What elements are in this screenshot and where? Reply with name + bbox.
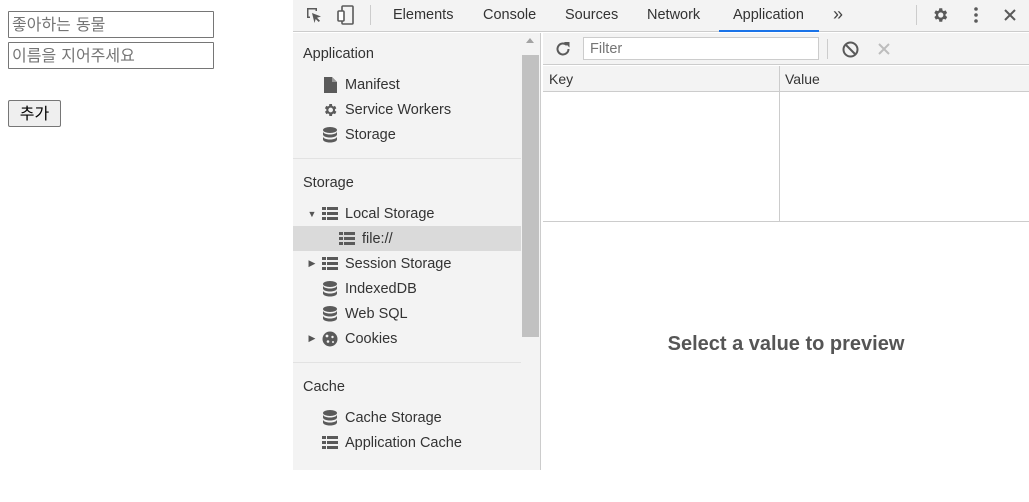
column-header-value[interactable]: Value: [779, 66, 820, 92]
sidebar-item-cache-storage[interactable]: Cache Storage: [293, 405, 521, 430]
cookie-icon: [321, 330, 339, 348]
document-icon: [321, 76, 339, 94]
animal-name-input[interactable]: [8, 42, 214, 69]
database-icon: [321, 409, 339, 427]
sidebar-item-label: Storage: [345, 126, 396, 143]
database-icon: [321, 126, 339, 144]
storage-main-pane: Key Value Select a value to preview: [543, 33, 1029, 470]
sidebar-scrollbar-thumb[interactable]: [522, 55, 539, 337]
sidebar-item-service-workers[interactable]: Service Workers: [293, 97, 521, 122]
column-divider[interactable]: [779, 66, 780, 221]
preview-placeholder-message: Select a value to preview: [667, 333, 905, 355]
sidebar-item-manifest[interactable]: Manifest: [293, 72, 521, 97]
sidebar-item-storage-overview[interactable]: Storage: [293, 122, 521, 147]
sidebar-item-label: IndexedDB: [345, 280, 417, 297]
add-button[interactable]: 추가: [8, 100, 61, 127]
more-tabs-button[interactable]: »: [833, 4, 843, 25]
tab-sources[interactable]: Sources: [565, 0, 618, 32]
devtools-toolbar: Elements Console Sources Network Applica…: [293, 0, 1029, 32]
sidebar-item-indexeddb[interactable]: IndexedDB: [293, 276, 521, 301]
tab-network[interactable]: Network: [647, 0, 700, 32]
table-grid-icon: [321, 434, 339, 452]
sidebar-item-label: Web SQL: [345, 305, 408, 322]
scroll-up-arrow-icon[interactable]: [526, 38, 534, 43]
section-application: Application: [303, 46, 374, 62]
storage-table-header: Key Value: [543, 66, 1029, 92]
expand-arrow-down-icon[interactable]: ▼: [307, 209, 317, 219]
devtools-panel: Elements Console Sources Network Applica…: [293, 0, 1029, 470]
tab-console[interactable]: Console: [483, 0, 536, 32]
sidebar-item-label: Cache Storage: [345, 409, 442, 426]
sidebar-item-label: Local Storage: [345, 205, 435, 222]
sidebar-item-session-storage[interactable]: ▶ Session Storage: [293, 251, 521, 276]
sidebar-item-label: Manifest: [345, 76, 400, 93]
column-header-key[interactable]: Key: [543, 66, 573, 92]
table-grid-icon: [321, 205, 339, 223]
sidebar-item-label: Application Cache: [345, 434, 462, 451]
database-icon: [321, 280, 339, 298]
sidebar-item-cookies[interactable]: ▶ Cookies: [293, 326, 521, 351]
sidebar-item-label: Session Storage: [345, 255, 452, 272]
kebab-menu-icon[interactable]: [965, 4, 987, 26]
sidebar-divider: [293, 362, 521, 363]
settings-gear-icon[interactable]: [929, 4, 951, 26]
sidebar-item-label: Cookies: [345, 330, 398, 347]
table-grid-icon: [321, 255, 339, 273]
tab-application[interactable]: Application: [719, 0, 819, 32]
sidebar-item-local-storage[interactable]: ▼ Local Storage: [293, 201, 521, 226]
sidebar-item-local-storage-file[interactable]: file://: [293, 226, 521, 251]
device-toolbar-icon[interactable]: [335, 4, 357, 26]
toolbar-separator: [916, 5, 917, 25]
table-grid-icon: [338, 230, 356, 248]
filter-input[interactable]: [583, 37, 819, 60]
sidebar-item-label: file://: [362, 230, 393, 247]
tab-elements[interactable]: Elements: [393, 0, 453, 32]
clear-all-block-icon[interactable]: [839, 38, 861, 60]
section-storage: Storage: [303, 175, 354, 191]
application-sidebar: Application Manifest Service Workers Sto…: [293, 33, 541, 470]
favorite-animal-input[interactable]: [8, 11, 214, 38]
sidebar-item-label: Service Workers: [345, 101, 452, 118]
gear-icon: [321, 101, 339, 119]
inspect-element-icon[interactable]: [303, 4, 325, 26]
sidebar-item-application-cache[interactable]: Application Cache: [293, 430, 521, 455]
refresh-icon[interactable]: [552, 38, 574, 60]
database-icon: [321, 305, 339, 323]
toolbar-separator: [370, 5, 371, 25]
delete-selected-icon[interactable]: [873, 38, 895, 60]
close-icon[interactable]: [999, 4, 1021, 26]
expand-arrow-right-icon[interactable]: ▶: [307, 333, 317, 344]
section-cache: Cache: [303, 379, 345, 395]
storage-toolbar: [543, 33, 1029, 65]
sidebar-item-web-sql[interactable]: Web SQL: [293, 301, 521, 326]
table-preview-splitter[interactable]: [543, 221, 1029, 222]
sidebar-divider: [293, 158, 521, 159]
expand-arrow-right-icon[interactable]: ▶: [307, 258, 317, 269]
toolbar-separator: [827, 39, 828, 59]
